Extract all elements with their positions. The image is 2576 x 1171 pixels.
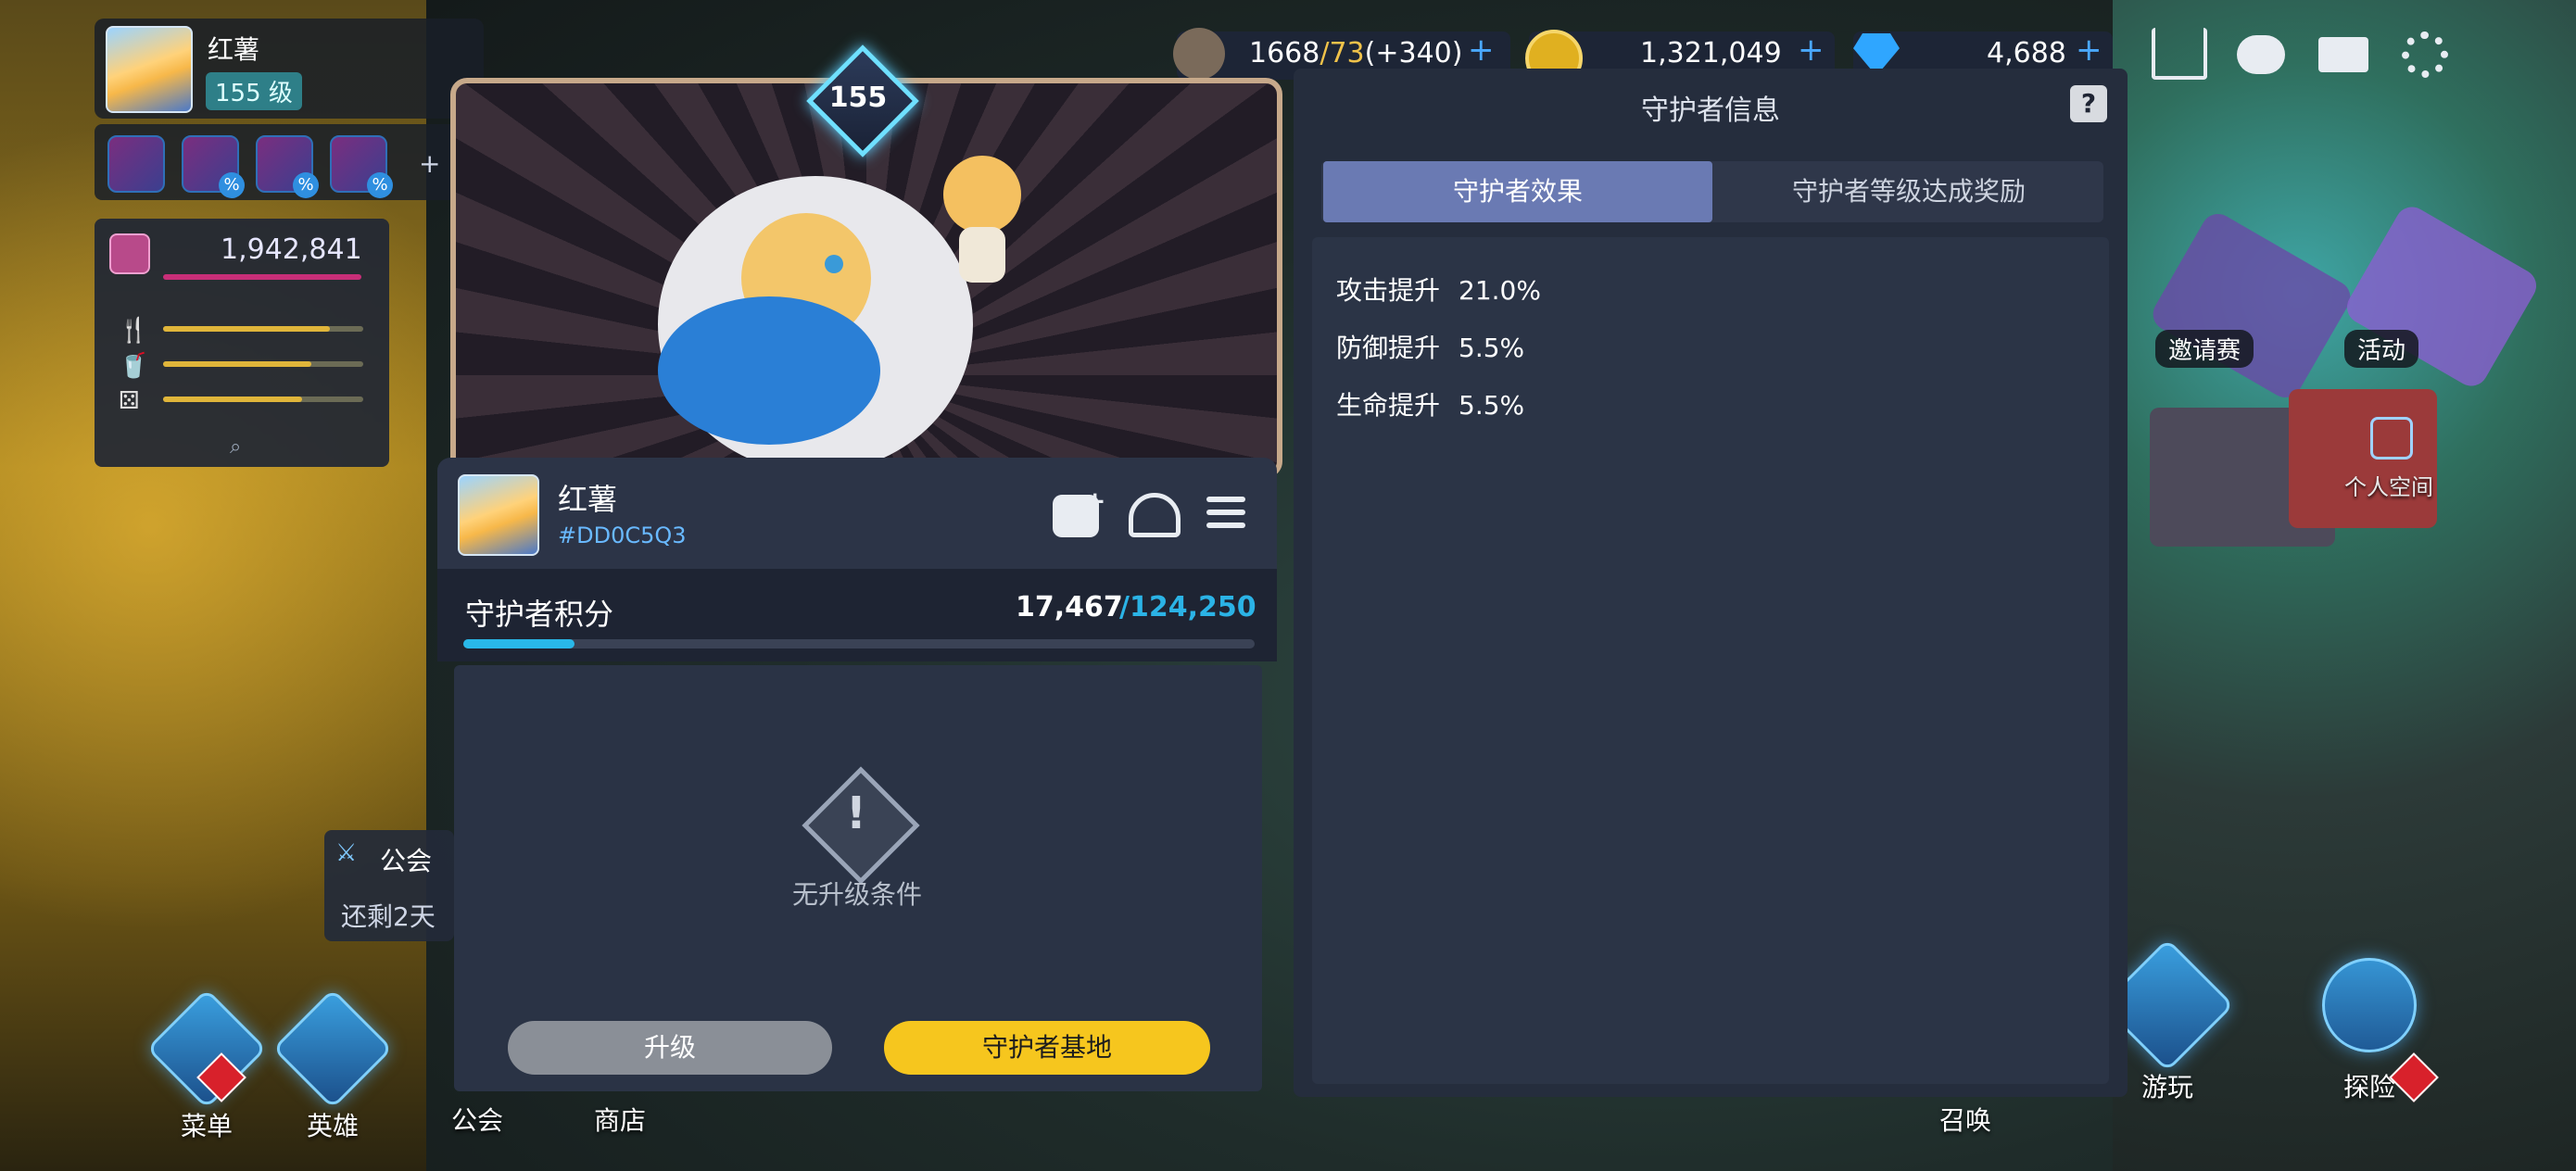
stamina-value: 1668/73(+340) (1249, 37, 1462, 69)
invite-label[interactable]: 邀请赛 (2155, 330, 2254, 368)
compass-icon (2302, 938, 2437, 1073)
guild-banner-title: 公会 (380, 846, 433, 876)
guardian-score-progress (463, 639, 575, 648)
effect-row: 攻击提升 21.0% (1336, 271, 1541, 308)
exclamation-icon: ! (846, 787, 866, 839)
stamina-current: 1668 (1249, 37, 1320, 69)
no-upgrade-condition-text: 无升级条件 (791, 879, 922, 910)
drink-bar (163, 361, 363, 367)
effect-row: 防御提升 5.5% (1336, 328, 1524, 365)
fun-bar (163, 397, 363, 402)
food-icon: 🍴 (119, 317, 149, 345)
guild-banner-subtitle: 还剩2天 (341, 901, 436, 932)
nav-hero-button[interactable]: 英雄 (271, 988, 394, 1143)
guardian-base-button[interactable]: 守护者基地 (884, 1021, 1210, 1075)
percent-icon: % (293, 172, 319, 198)
diamond-add-button[interactable]: + (2076, 31, 2102, 69)
chat-icon[interactable] (2237, 35, 2285, 74)
effect-value: 21.0% (1458, 275, 1541, 306)
player-name: 红薯 (208, 34, 260, 65)
gold-add-button[interactable]: + (1798, 31, 1825, 69)
nav-hero-label: 英雄 (306, 1111, 359, 1141)
gem-icon (109, 233, 150, 274)
guardian-name: 红薯 (558, 482, 618, 517)
guardian-score-current: 17,467 (1016, 591, 1123, 623)
effect-label: 生命提升 (1336, 390, 1441, 421)
nav-menu-label: 菜单 (180, 1111, 233, 1141)
buff-hero-icon-2[interactable]: % (330, 135, 393, 198)
buff-attack-icon[interactable] (107, 135, 165, 193)
effect-label: 防御提升 (1336, 333, 1441, 363)
menu-lines-icon[interactable] (1206, 497, 1245, 528)
gem-total: 1,942,841 (221, 233, 362, 266)
stamina-max: /73 (1320, 37, 1365, 69)
buff-food-icon[interactable]: % (182, 135, 245, 198)
menu-icon (145, 988, 268, 1110)
guardian-score-label: 守护者积分 (465, 597, 614, 632)
shop-building (2289, 389, 2437, 528)
guardian-id: #DD0C5Q3 (558, 523, 687, 548)
swords-icon: ⚔ (335, 839, 358, 867)
personal-space-label[interactable]: 个人空间 (2344, 469, 2433, 501)
robot-icon (271, 988, 394, 1110)
gem-bar (163, 274, 361, 280)
buff-expand-icon[interactable]: + (419, 148, 440, 179)
player-level: 155 级 (206, 72, 302, 110)
dice-icon: ⚄ (119, 387, 140, 415)
guardian-score-track (463, 639, 1255, 648)
tab-level-reward[interactable]: 守护者等级达成奖励 (1716, 161, 2102, 222)
plus-icon: + (1084, 485, 1106, 516)
search-icon[interactable]: ⌕ (230, 435, 241, 459)
effect-label: 攻击提升 (1336, 275, 1441, 306)
nav-shop-button[interactable]: 商店 (560, 1101, 680, 1138)
gold-value: 1,321,049 (1640, 37, 1782, 69)
nav-guild-label: 公会 (450, 1105, 503, 1136)
gear-icon[interactable] (2402, 31, 2448, 78)
event-label[interactable]: 活动 (2344, 330, 2419, 368)
buff-hero-icon[interactable]: % (256, 135, 319, 198)
player-avatar[interactable] (106, 26, 193, 113)
nav-summon-label: 召唤 (1938, 1105, 1991, 1136)
food-bar (163, 326, 363, 332)
percent-icon: % (219, 172, 245, 198)
nav-summon-button[interactable]: 召唤 (1905, 1101, 2026, 1138)
lock-icon (2370, 417, 2413, 460)
help-button[interactable]: ? (2070, 85, 2107, 122)
guardian-hero-artwork (658, 156, 1021, 463)
upgrade-button[interactable]: 升级 (508, 1021, 832, 1075)
guardian-score-max: /124,250 (1119, 591, 1256, 623)
effect-value: 5.5% (1458, 333, 1525, 363)
effect-row: 生命提升 5.5% (1336, 385, 1524, 422)
diamond-value: 4,688 (1987, 37, 2066, 69)
invite-building[interactable] (2147, 208, 2356, 404)
tab-guardian-effect[interactable]: 守护者效果 (1323, 161, 1712, 222)
guardian-level: 155 (828, 82, 888, 114)
guardian-avatar[interactable] (458, 474, 539, 556)
stamina-add-button[interactable]: + (1468, 31, 1495, 69)
percent-icon: % (367, 172, 393, 198)
drink-icon: 🥤 (119, 352, 149, 380)
nav-guild-button[interactable]: 公会 (417, 1101, 537, 1138)
share-icon[interactable] (2152, 28, 2207, 80)
info-panel-title: 守护者信息 (1641, 94, 1780, 127)
mail-icon[interactable] (2318, 37, 2368, 72)
nav-shop-label: 商店 (593, 1105, 646, 1136)
stamina-icon (1173, 28, 1225, 80)
effect-value: 5.5% (1458, 390, 1525, 421)
stamina-bonus: (+340) (1364, 37, 1463, 69)
home-icon[interactable] (1129, 493, 1181, 537)
